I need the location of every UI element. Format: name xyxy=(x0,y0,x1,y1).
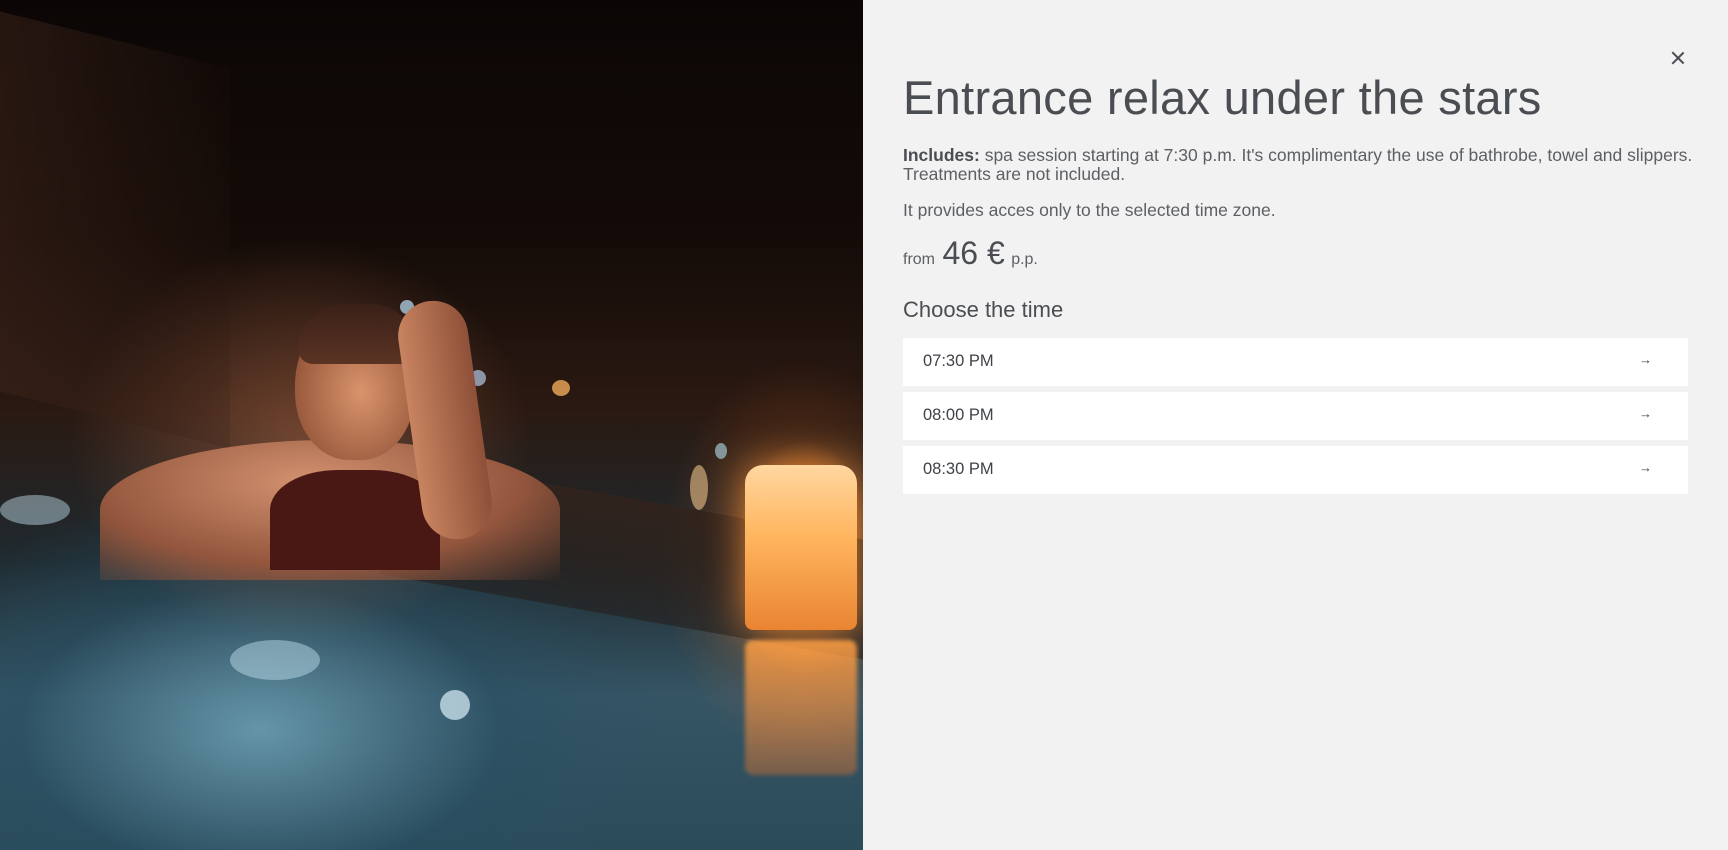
price-unit: p.p. xyxy=(1011,251,1038,268)
arrow-right-icon: → xyxy=(1639,406,1652,421)
photo-bokeh-light xyxy=(552,380,570,396)
photo-bokeh-light xyxy=(690,465,708,510)
photo-person xyxy=(70,296,560,580)
price-amount: 46 € xyxy=(942,235,1005,271)
includes-text: spa session starting at 7:30 p.m. It's c… xyxy=(903,145,1693,184)
choose-time-heading: Choose the time xyxy=(903,297,1064,322)
time-slot-0730pm[interactable]: 07:30 PM → xyxy=(903,338,1688,386)
arrow-right-icon: → xyxy=(1639,460,1652,475)
photo-water-glint xyxy=(230,640,320,680)
time-slot-label: 08:00 PM xyxy=(923,406,994,424)
photo-candle-reflection xyxy=(745,640,857,775)
includes-description: Includes: spa session starting at 7:30 p… xyxy=(903,146,1693,184)
booking-modal: Entrance relax under the stars Includes:… xyxy=(0,0,1728,850)
modal-title: Entrance relax under the stars xyxy=(903,71,1542,124)
details-panel: Entrance relax under the stars Includes:… xyxy=(863,0,1728,850)
photo-water-glint xyxy=(0,495,70,525)
time-slot-0830pm[interactable]: 08:30 PM → xyxy=(903,446,1688,494)
price: from 46 € p.p. xyxy=(903,235,1038,272)
time-slot-list: 07:30 PM → 08:00 PM → 08:30 PM → xyxy=(903,338,1688,500)
time-slot-label: 08:30 PM xyxy=(923,460,994,478)
access-note: It provides acces only to the selected t… xyxy=(903,200,1276,220)
spa-photo xyxy=(0,0,863,850)
time-slot-label: 07:30 PM xyxy=(923,352,994,370)
photo-water-glint xyxy=(440,690,470,720)
close-icon[interactable] xyxy=(1666,46,1690,70)
includes-label: Includes: xyxy=(903,145,980,165)
photo-candle xyxy=(745,465,857,630)
photo-person-swimsuit xyxy=(270,470,440,570)
photo-bokeh-light xyxy=(715,443,727,459)
price-from-label: from xyxy=(903,251,935,268)
arrow-right-icon: → xyxy=(1639,352,1652,367)
time-slot-0800pm[interactable]: 08:00 PM → xyxy=(903,392,1688,440)
